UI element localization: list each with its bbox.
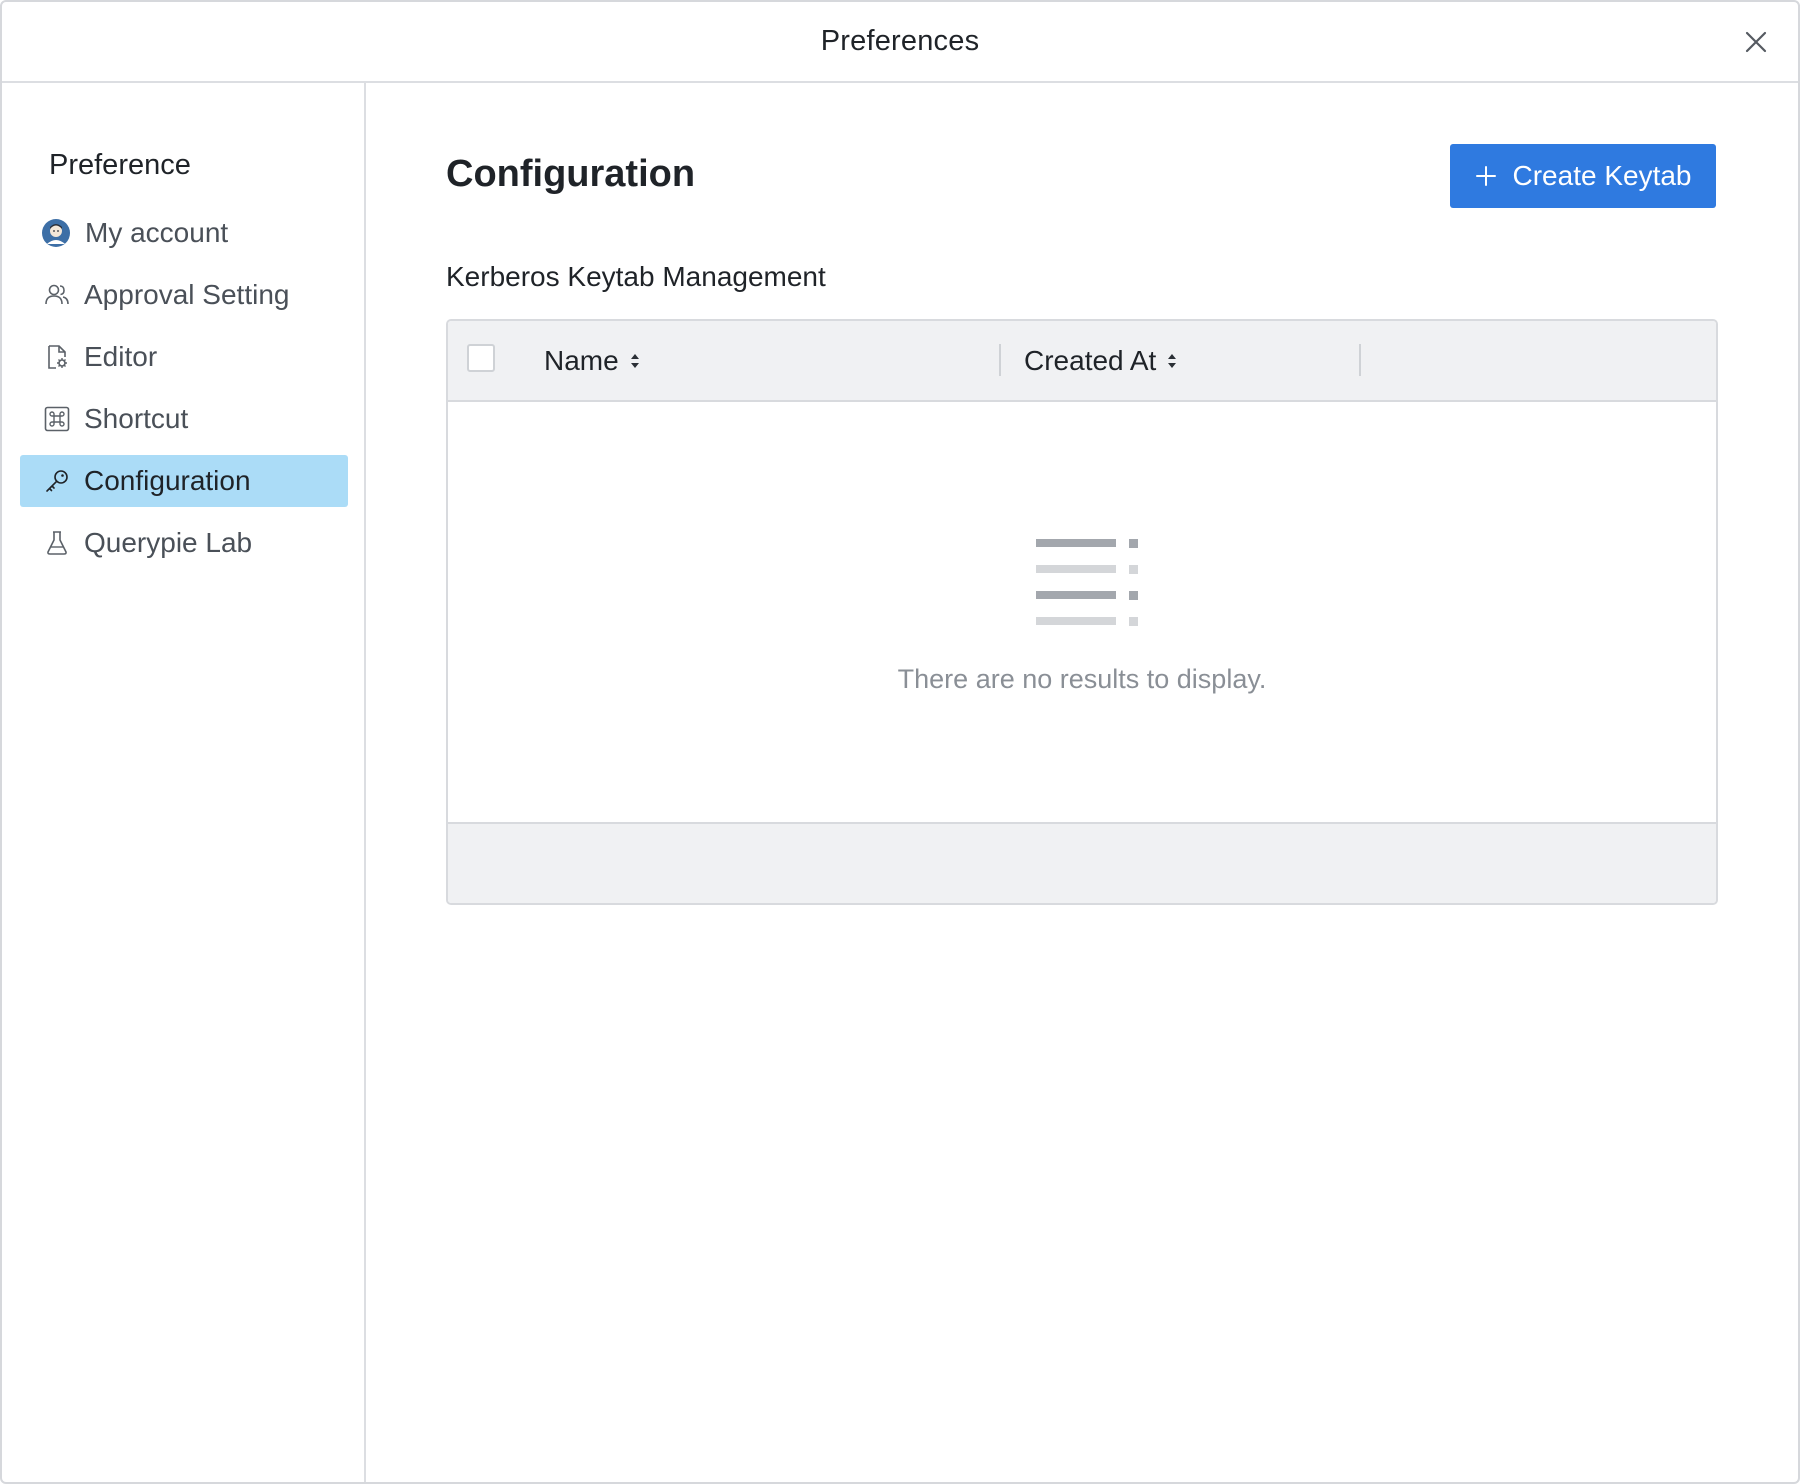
sidebar-heading: Preference [49, 149, 191, 181]
sidebar-item-label: Querypie Lab [84, 527, 253, 558]
create-keytab-button[interactable]: Create Keytab [1450, 144, 1716, 208]
close-icon[interactable] [1742, 28, 1770, 56]
sidebar: Preference My account Approval Setting E… [2, 83, 366, 1482]
sidebar-item-label: My account [85, 217, 229, 248]
empty-list-icon [1036, 539, 1138, 626]
sidebar-item-editor[interactable]: Editor [20, 331, 348, 383]
plus-icon [1475, 166, 1496, 186]
command-key-icon [44, 406, 70, 432]
sidebar-item-label: Editor [84, 341, 158, 372]
column-header-label: Name [544, 344, 619, 376]
keytab-table: Name Created At There are no results to … [446, 319, 1718, 905]
sidebar-item-my-account[interactable]: My account [20, 207, 348, 259]
sidebar-item-label: Approval Setting [84, 279, 290, 310]
sidebar-item-label: Shortcut [84, 403, 189, 434]
key-icon [46, 470, 68, 492]
table-body: There are no results to display. [448, 402, 1716, 825]
users-icon [45, 284, 69, 305]
preferences-window: Preferences Preference My account Approv… [0, 0, 1800, 1484]
sort-icon [1168, 353, 1177, 368]
column-divider[interactable] [1359, 344, 1361, 376]
main-content: Configuration Create Keytab Kerberos Key… [366, 83, 1798, 1482]
sidebar-item-label: Configuration [84, 465, 251, 496]
column-header-label: Created At [1024, 344, 1157, 376]
flask-icon [47, 531, 67, 555]
empty-message: There are no results to display. [897, 664, 1267, 694]
sidebar-item-configuration[interactable]: Configuration [20, 455, 348, 507]
column-header-name[interactable]: Name [544, 321, 641, 400]
file-gear-icon [48, 345, 67, 369]
create-keytab-label: Create Keytab [1512, 160, 1692, 191]
window-title: Preferences [820, 25, 980, 57]
column-header-created-at[interactable]: Created At [1024, 321, 1178, 400]
sidebar-item-shortcut[interactable]: Shortcut [20, 393, 348, 445]
sort-icon [630, 353, 639, 368]
page-title: Configuration [446, 153, 696, 195]
table-footer [448, 822, 1716, 903]
section-label: Kerberos Keytab Management [446, 261, 826, 292]
avatar-icon [42, 219, 70, 247]
title-bar: Preferences [2, 2, 1798, 83]
column-divider[interactable] [999, 344, 1001, 376]
sidebar-nav: My account Approval Setting Editor Short… [20, 207, 348, 579]
select-all-checkbox[interactable] [467, 344, 495, 372]
sidebar-item-approval-setting[interactable]: Approval Setting [20, 269, 348, 321]
table-header: Name Created At [448, 321, 1716, 402]
sidebar-item-querypie-lab[interactable]: Querypie Lab [20, 517, 348, 569]
